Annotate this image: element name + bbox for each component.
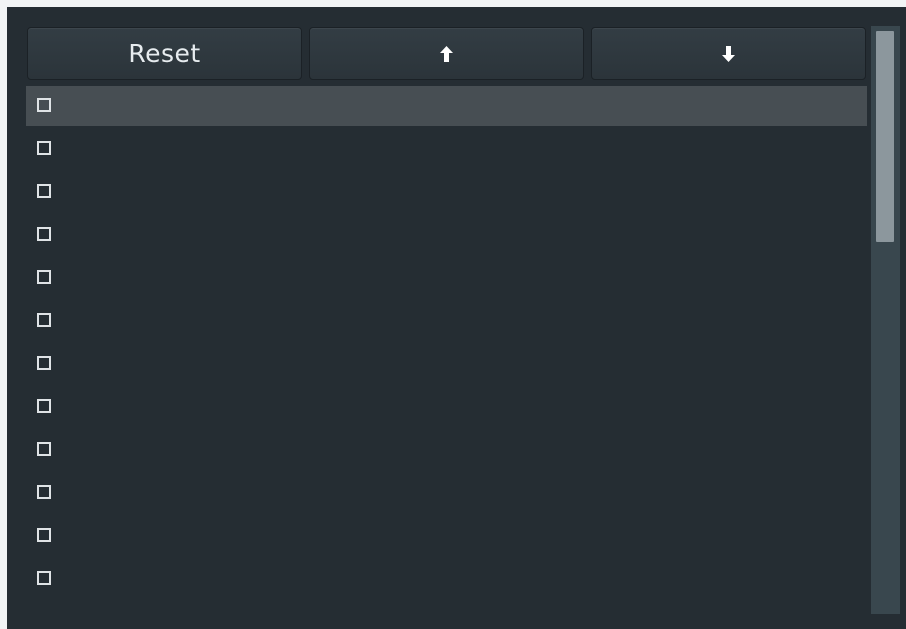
item-checkbox[interactable]: [37, 528, 51, 542]
list-item[interactable]: [26, 559, 867, 599]
list-item[interactable]: [26, 516, 867, 556]
item-checkbox[interactable]: [37, 141, 51, 155]
move-down-button[interactable]: [591, 27, 866, 80]
item-checkbox[interactable]: [37, 313, 51, 327]
list-item[interactable]: [26, 430, 867, 470]
reset-button-label: Reset: [128, 39, 201, 68]
list-item[interactable]: [26, 258, 867, 298]
move-up-button[interactable]: [309, 27, 584, 80]
arrow-down-icon: [722, 45, 735, 62]
item-checkbox[interactable]: [37, 442, 51, 456]
arrow-up-icon: [440, 45, 453, 62]
scrollbar-thumb[interactable]: [876, 31, 894, 242]
list-item[interactable]: [26, 172, 867, 212]
list-item[interactable]: [26, 301, 867, 341]
reset-button[interactable]: Reset: [27, 27, 302, 80]
list-item[interactable]: [26, 86, 867, 126]
toolbar: Reset: [27, 27, 868, 80]
item-list: [26, 86, 867, 608]
item-checkbox[interactable]: [37, 485, 51, 499]
item-checkbox[interactable]: [37, 227, 51, 241]
item-checkbox[interactable]: [37, 270, 51, 284]
list-item[interactable]: [26, 129, 867, 169]
item-checkbox[interactable]: [37, 184, 51, 198]
vertical-scrollbar[interactable]: [871, 26, 900, 614]
list-item[interactable]: [26, 215, 867, 255]
item-checkbox[interactable]: [37, 571, 51, 585]
list-item[interactable]: [26, 344, 867, 384]
item-checkbox[interactable]: [37, 98, 51, 112]
list-panel: Reset: [7, 7, 906, 629]
list-item[interactable]: [26, 473, 867, 513]
item-checkbox[interactable]: [37, 356, 51, 370]
item-checkbox[interactable]: [37, 399, 51, 413]
list-item[interactable]: [26, 387, 867, 427]
